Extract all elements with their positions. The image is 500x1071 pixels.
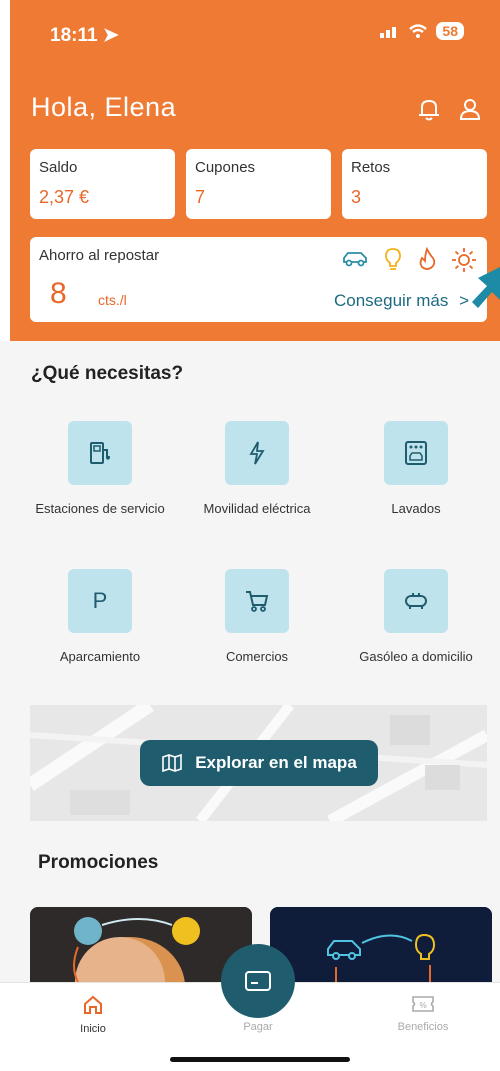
notification-bell-icon[interactable] <box>415 95 443 123</box>
savings-value: 8 <box>50 277 67 310</box>
pointer-arrow-icon <box>472 267 500 308</box>
greeting: Hola, Elena <box>31 92 177 122</box>
challenges-card[interactable]: Retos 3 <box>342 149 487 219</box>
signal-icon <box>380 27 397 38</box>
header: 18:11 ➤ 58 Hola, Elena Saldo 2,37 € Cupo… <box>0 0 500 341</box>
coupons-label: Cupones <box>195 159 256 176</box>
fuel-pump-icon <box>68 421 132 485</box>
lightning-icon <box>225 421 289 485</box>
status-bar: 18:11 ➤ 58 <box>50 20 464 52</box>
home-indicator <box>170 1057 350 1062</box>
promo-image-1 <box>30 907 252 982</box>
map-icon <box>162 753 183 773</box>
fuel-tank-icon <box>384 569 448 633</box>
tab-home-label: Inicio <box>80 1023 106 1035</box>
promo-card-2[interactable] <box>270 907 492 982</box>
svg-text:%: % <box>419 1001 426 1010</box>
promo-image-2 <box>270 907 492 982</box>
location-arrow-icon: ➤ <box>102 25 119 46</box>
savings-unit: cts./l <box>98 292 127 308</box>
flame-icon <box>419 247 436 270</box>
promotions-title: Promociones <box>38 852 159 873</box>
challenges-value: 3 <box>351 187 362 207</box>
service-label: Comercios <box>225 649 289 664</box>
car-wash-tile[interactable]: Lavados <box>331 421 500 516</box>
balance-label: Saldo <box>39 159 78 176</box>
car-wash-icon <box>384 421 448 485</box>
status-indicators: 58 <box>380 22 464 40</box>
service-label: Lavados <box>391 501 441 516</box>
home-icon <box>84 995 102 1014</box>
balance-card[interactable]: Saldo 2,37 € <box>30 149 175 219</box>
service-stations-tile[interactable]: Estaciones de servicio <box>15 421 185 516</box>
explore-map-button[interactable]: Explorar en el mapa <box>140 740 378 786</box>
tab-pay-label: Pagar <box>243 1021 273 1033</box>
electric-mobility-tile[interactable]: Movilidad eléctrica <box>172 421 342 516</box>
balance-value: 2,37 € <box>39 187 90 207</box>
battery-indicator: 58 <box>436 22 464 40</box>
card-icon <box>245 971 271 991</box>
coupons-card[interactable]: Cupones 7 <box>186 149 331 219</box>
tab-home[interactable]: Inicio <box>43 993 143 1035</box>
promo-card-1[interactable] <box>30 907 252 982</box>
wifi-icon <box>409 24 428 38</box>
explore-map-label: Explorar en el mapa <box>195 753 357 772</box>
service-label: Gasóleo a domicilio <box>359 649 473 664</box>
pay-button[interactable] <box>221 944 295 1018</box>
status-time: 18:11 ➤ <box>50 25 119 46</box>
tab-pay[interactable]: Pagar <box>208 1021 308 1033</box>
savings-icons <box>341 247 477 273</box>
tab-benefits[interactable]: % Beneficios <box>373 993 473 1033</box>
savings-label: Ahorro al repostar <box>39 247 160 264</box>
challenges-label: Retos <box>351 159 391 176</box>
coupons-value: 7 <box>195 187 206 207</box>
service-label: Movilidad eléctrica <box>203 501 311 516</box>
car-icon <box>343 252 367 267</box>
get-more-link[interactable]: Conseguir más > <box>334 291 469 311</box>
home-diesel-tile[interactable]: Gasóleo a domicilio <box>331 569 500 664</box>
lightbulb-icon <box>385 248 401 270</box>
parking-tile[interactable]: P Aparcamiento <box>15 569 185 664</box>
profile-icon[interactable] <box>456 95 484 123</box>
benefits-ticket-icon: % <box>412 996 434 1012</box>
shops-tile[interactable]: Comercios <box>172 569 342 664</box>
tab-benefits-label: Beneficios <box>397 1021 449 1033</box>
parking-icon: P <box>68 569 132 633</box>
app-screen: 18:11 ➤ 58 Hola, Elena Saldo 2,37 € Cupo… <box>0 0 500 1071</box>
service-label: Aparcamiento <box>59 649 141 664</box>
savings-card[interactable]: Ahorro al repostar 8 cts./l Conseguir má… <box>30 237 487 322</box>
service-label: Estaciones de servicio <box>35 501 165 516</box>
chevron-right-icon: > <box>459 291 469 310</box>
needs-title: ¿Qué necesitas? <box>31 363 184 384</box>
cart-icon <box>225 569 289 633</box>
